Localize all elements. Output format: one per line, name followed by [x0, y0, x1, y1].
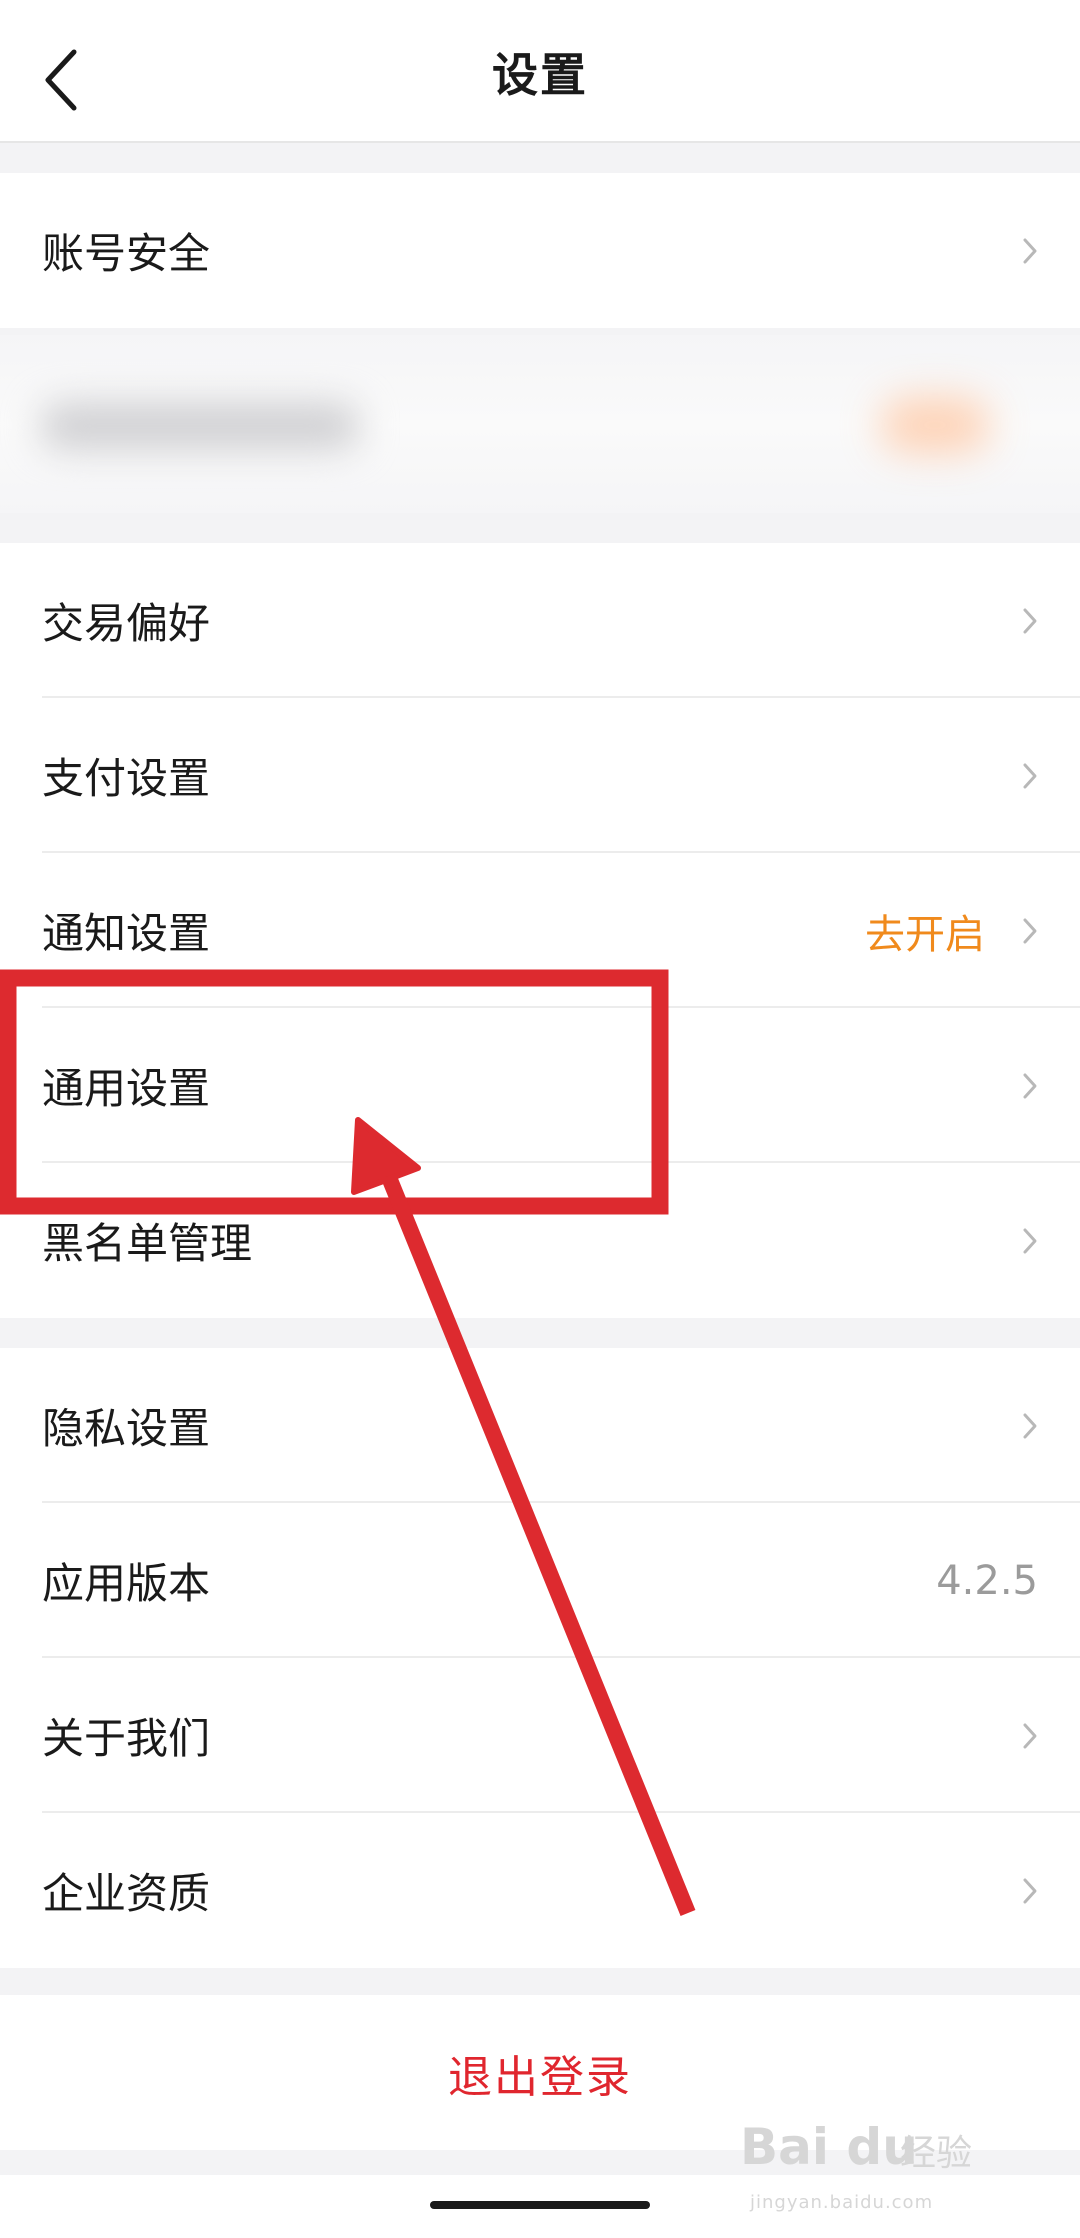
- settings-row-app-version[interactable]: 应用版本 4.2.5: [0, 1503, 1080, 1658]
- section-gap: [0, 513, 1080, 543]
- settings-page: 设置 账号安全 交易偏好 支付设置 通知设置 去开启 通用设置 黑名单管理 隐私…: [0, 0, 1080, 2238]
- row-label: 支付设置: [42, 754, 211, 803]
- settings-row-payment[interactable]: 支付设置: [0, 698, 1080, 853]
- chevron-right-icon: [1018, 173, 1042, 328]
- chevron-right-icon: [1018, 1348, 1042, 1503]
- row-label: 通知设置: [42, 909, 211, 958]
- settings-row-blacklist[interactable]: 黑名单管理: [0, 1163, 1080, 1318]
- section-gap: [0, 143, 1080, 173]
- row-label: 黑名单管理: [42, 1219, 253, 1268]
- bottom-gap: [0, 2150, 1080, 2175]
- section-gap: [0, 1318, 1080, 1348]
- row-label: 关于我们: [42, 1714, 211, 1763]
- logout-button[interactable]: 退出登录: [0, 1995, 1080, 2150]
- row-label: 隐私设置: [42, 1404, 211, 1453]
- section-gap: [0, 328, 1080, 335]
- page-title: 设置: [492, 47, 588, 102]
- settings-row-notification[interactable]: 通知设置 去开启: [0, 853, 1080, 1008]
- row-label: 企业资质: [42, 1869, 211, 1918]
- blurred-action: [880, 397, 990, 453]
- settings-row-general[interactable]: 通用设置: [0, 1008, 1080, 1163]
- settings-row-qualification[interactable]: 企业资质: [0, 1813, 1080, 1968]
- chevron-right-icon: [1018, 853, 1042, 1008]
- app-version-value: 4.2.5: [936, 1557, 1038, 1604]
- chevron-right-icon: [1018, 1163, 1042, 1318]
- chevron-right-icon: [1018, 698, 1042, 853]
- home-indicator[interactable]: [430, 2201, 650, 2209]
- chevron-right-icon: [1018, 1813, 1042, 1968]
- chevron-right-icon: [1018, 1658, 1042, 1813]
- blurred-text: [40, 403, 360, 449]
- settings-row-trade-preference[interactable]: 交易偏好: [0, 543, 1080, 698]
- settings-row-about-us[interactable]: 关于我们: [0, 1658, 1080, 1813]
- row-label: 账号安全: [42, 229, 211, 278]
- nav-header: 设置: [0, 0, 1080, 143]
- blurred-banner[interactable]: [0, 335, 1080, 513]
- row-label: 应用版本: [42, 1559, 211, 1608]
- settings-row-privacy[interactable]: 隐私设置: [0, 1348, 1080, 1503]
- row-label: 交易偏好: [42, 599, 211, 648]
- chevron-right-icon: [1018, 543, 1042, 698]
- chevron-right-icon: [1018, 1008, 1042, 1163]
- settings-row-account-security[interactable]: 账号安全: [0, 173, 1080, 328]
- section-gap: [0, 1968, 1080, 1995]
- logout-label: 退出登录: [448, 2051, 632, 2103]
- row-label: 通用设置: [42, 1064, 211, 1113]
- enable-notification-link[interactable]: 去开启: [865, 853, 985, 1008]
- watermark-url: jingyan.baidu.com: [750, 2192, 934, 2213]
